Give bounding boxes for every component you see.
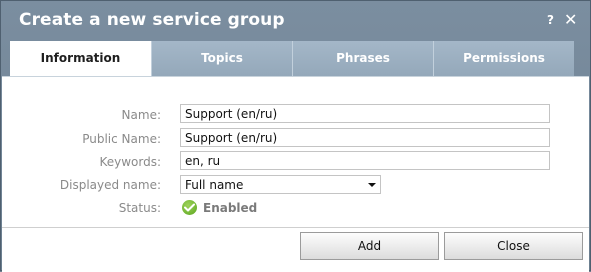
tab-topics[interactable]: Topics [151, 41, 292, 76]
dialog-titlebar: Create a new service group ? ✕ [1, 1, 590, 41]
close-icon[interactable]: ✕ [564, 10, 577, 29]
displayed-name-select[interactable]: Full name [180, 175, 381, 194]
displayed-name-label: Displayed name: [59, 178, 161, 192]
tab-information[interactable]: Information [10, 41, 151, 77]
help-icon[interactable]: ? [547, 13, 554, 27]
tab-phrases[interactable]: Phrases [292, 41, 433, 76]
status-value: Enabled [203, 201, 258, 215]
name-field[interactable] [180, 104, 550, 123]
name-label: Name: [121, 108, 161, 122]
chevron-down-icon [368, 183, 376, 187]
tab-bar: Information Topics Phrases Permissions [10, 41, 574, 77]
status-label: Status: [118, 201, 161, 215]
tab-permissions[interactable]: Permissions [433, 41, 574, 76]
check-circle-icon [182, 200, 197, 215]
close-button[interactable]: Close [444, 232, 583, 260]
add-button[interactable]: Add [300, 232, 439, 260]
dialog-footer: Add Close [2, 227, 589, 272]
keywords-field[interactable] [180, 151, 550, 170]
displayed-name-value: Full name [185, 178, 244, 192]
dialog-title: Create a new service group [19, 10, 285, 30]
keywords-label: Keywords: [99, 155, 161, 169]
create-service-group-dialog: Create a new service group ? ✕ Informati… [0, 0, 591, 272]
public-name-field[interactable] [180, 128, 550, 147]
public-name-label: Public Name: [82, 132, 161, 146]
